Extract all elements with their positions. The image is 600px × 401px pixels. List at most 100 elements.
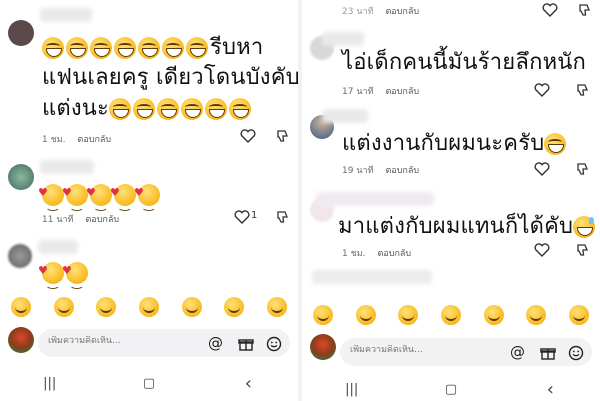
reply-button[interactable]: ตอบกลับ xyxy=(385,7,419,17)
comment-input-box[interactable]: @ xyxy=(38,329,290,357)
comment-item: รีบหา แฟนเลยครู เดียวโดนบังคับ แต่งนะ 1 … xyxy=(0,0,298,150)
dislike-icon[interactable] xyxy=(276,209,290,228)
grin-emoji-icon xyxy=(66,37,88,59)
grin-emoji-icon xyxy=(544,133,567,155)
commenter-name[interactable] xyxy=(40,8,92,22)
commenter-name[interactable] xyxy=(40,160,94,174)
heart-icon[interactable] xyxy=(240,128,256,147)
comment-item: 11 นาที ตอบกลับ 1 xyxy=(0,150,298,230)
reply-button[interactable]: ตอบกลับ xyxy=(85,215,119,225)
left-comments-panel: รีบหา แฟนเลยครู เดียวโดนบังคับ แต่งนะ 1 … xyxy=(0,0,298,401)
comment-input[interactable] xyxy=(350,345,480,355)
home-button[interactable]: ▢ xyxy=(129,376,169,391)
pleading-emoji-icon[interactable] xyxy=(266,297,287,317)
comment-text: มาแต่งกับผมแทนก็ได้คับ xyxy=(338,212,597,242)
comment-text-line3: แต่งนะ xyxy=(42,94,253,124)
recent-apps-button[interactable]: ||| xyxy=(332,382,372,397)
comment-composer: @ xyxy=(0,325,298,361)
comment-meta: 19 นาที ตอบกลับ xyxy=(342,163,431,177)
comment-meta: 1 ชม. ตอบกลับ xyxy=(42,132,123,146)
comment-time: 19 นาที xyxy=(342,166,374,176)
comment-text: แต่งงานกับผมนะครับ xyxy=(342,129,568,159)
heart-icon[interactable] xyxy=(534,161,550,180)
recent-apps-button[interactable]: ||| xyxy=(30,376,70,391)
gift-icon[interactable] xyxy=(540,345,556,364)
blush-emoji-icon[interactable] xyxy=(181,297,202,317)
dislike-icon[interactable] xyxy=(276,128,290,147)
love-emoji-icon xyxy=(86,178,112,219)
grin-emoji-icon xyxy=(205,98,228,120)
right-comments-panel: 23 นาที ตอบกลับ ไอ่เด็กคนนี้มันร้ายลึกหนั… xyxy=(302,0,600,401)
comment-input[interactable] xyxy=(48,336,178,346)
comment-text: ไอ่เด็กคนนี้มันร้ายลึกหนัก xyxy=(342,50,587,75)
dislike-icon[interactable] xyxy=(578,2,592,21)
at-icon[interactable]: @ xyxy=(510,345,525,360)
at-icon[interactable]: @ xyxy=(208,336,223,351)
grin-emoji-icon xyxy=(42,37,64,59)
android-navbar: ||| ▢ ‹ xyxy=(302,374,600,401)
back-button[interactable]: ‹ xyxy=(530,379,570,400)
comment-input-box[interactable]: @ xyxy=(340,338,592,366)
reply-button[interactable]: ตอบกลับ xyxy=(385,166,419,176)
comment-item: ไอ่เด็กคนนี้มันร้ายลึกหนัก 17 นาที ตอบกลั… xyxy=(302,28,600,100)
avatar[interactable] xyxy=(8,164,34,190)
emoji-icon[interactable] xyxy=(568,345,584,364)
android-navbar: ||| ▢ ‹ xyxy=(0,368,298,398)
grin-emoji-icon[interactable] xyxy=(398,305,419,325)
emoji-icon[interactable] xyxy=(266,336,282,355)
avatar[interactable] xyxy=(8,244,32,268)
commenter-name[interactable] xyxy=(322,109,368,123)
reply-button[interactable]: ตอบกลับ xyxy=(378,249,412,259)
grin-emoji-icon xyxy=(181,98,204,120)
commenter-name[interactable] xyxy=(312,270,432,284)
comment-time: 11 นาที xyxy=(42,215,74,225)
comment-text-line1: รีบหา xyxy=(42,33,263,63)
love-emoji-icon xyxy=(110,178,136,219)
heart-icon[interactable] xyxy=(534,242,550,261)
comment-item: มาแต่งกับผมแทนก็ได้คับ 1 ชม. ตอบกลับ xyxy=(302,188,600,268)
home-button[interactable]: ▢ xyxy=(431,382,471,397)
sweat-emoji-icon[interactable] xyxy=(526,305,547,325)
grin-emoji-icon xyxy=(90,37,112,59)
smile-emoji-icon[interactable] xyxy=(313,305,334,325)
reply-button[interactable]: ตอบกลับ xyxy=(385,87,419,97)
heart-icon[interactable] xyxy=(534,82,550,101)
surprised-emoji-icon[interactable] xyxy=(440,305,461,325)
smile-emoji-icon[interactable] xyxy=(11,297,32,317)
pleading-emoji-icon[interactable] xyxy=(568,305,589,325)
love-emoji-icon[interactable] xyxy=(53,297,74,317)
sweat-emoji-icon[interactable] xyxy=(224,297,245,317)
my-avatar xyxy=(8,327,34,353)
emoji-quick-bar xyxy=(0,292,298,322)
comment-item: แต่งงานกับผมนะครับ 19 นาที ตอบกลับ xyxy=(302,105,600,185)
comment-time: 1 ชม. xyxy=(42,135,66,145)
commenter-name[interactable] xyxy=(322,32,364,46)
comment-text-line2: แฟนเลยครู เดียวโดนบังคับ xyxy=(42,65,298,90)
surprised-emoji-icon[interactable] xyxy=(138,297,159,317)
comment-time: 1 ชม. xyxy=(342,249,366,259)
gift-icon[interactable] xyxy=(238,336,254,355)
blush-emoji-icon[interactable] xyxy=(483,305,504,325)
grin-emoji-icon[interactable] xyxy=(96,297,117,317)
heart-icon[interactable] xyxy=(542,2,558,21)
dislike-icon[interactable] xyxy=(576,242,590,261)
my-avatar xyxy=(310,334,336,360)
love-emoji-icon xyxy=(134,178,160,219)
dislike-icon[interactable] xyxy=(576,161,590,180)
dislike-icon[interactable] xyxy=(576,82,590,101)
love-emoji-icon xyxy=(62,256,88,297)
love-emoji-icon[interactable] xyxy=(355,305,376,325)
commenter-name[interactable] xyxy=(38,240,78,254)
comment-meta: 1 ชม. ตอบกลับ xyxy=(342,246,423,260)
heart-icon[interactable] xyxy=(234,209,250,228)
love-emoji-icon xyxy=(38,256,64,297)
avatar[interactable] xyxy=(8,20,34,46)
back-button[interactable]: ‹ xyxy=(228,373,268,394)
grin-emoji-icon xyxy=(138,37,160,59)
reply-button[interactable]: ตอบกลับ xyxy=(78,135,112,145)
grin-emoji-icon xyxy=(162,37,184,59)
commenter-name[interactable] xyxy=(316,192,434,206)
comment-item xyxy=(0,230,298,297)
comment-meta: 11 นาที ตอบกลับ xyxy=(42,212,131,226)
grin-emoji-icon xyxy=(114,37,136,59)
